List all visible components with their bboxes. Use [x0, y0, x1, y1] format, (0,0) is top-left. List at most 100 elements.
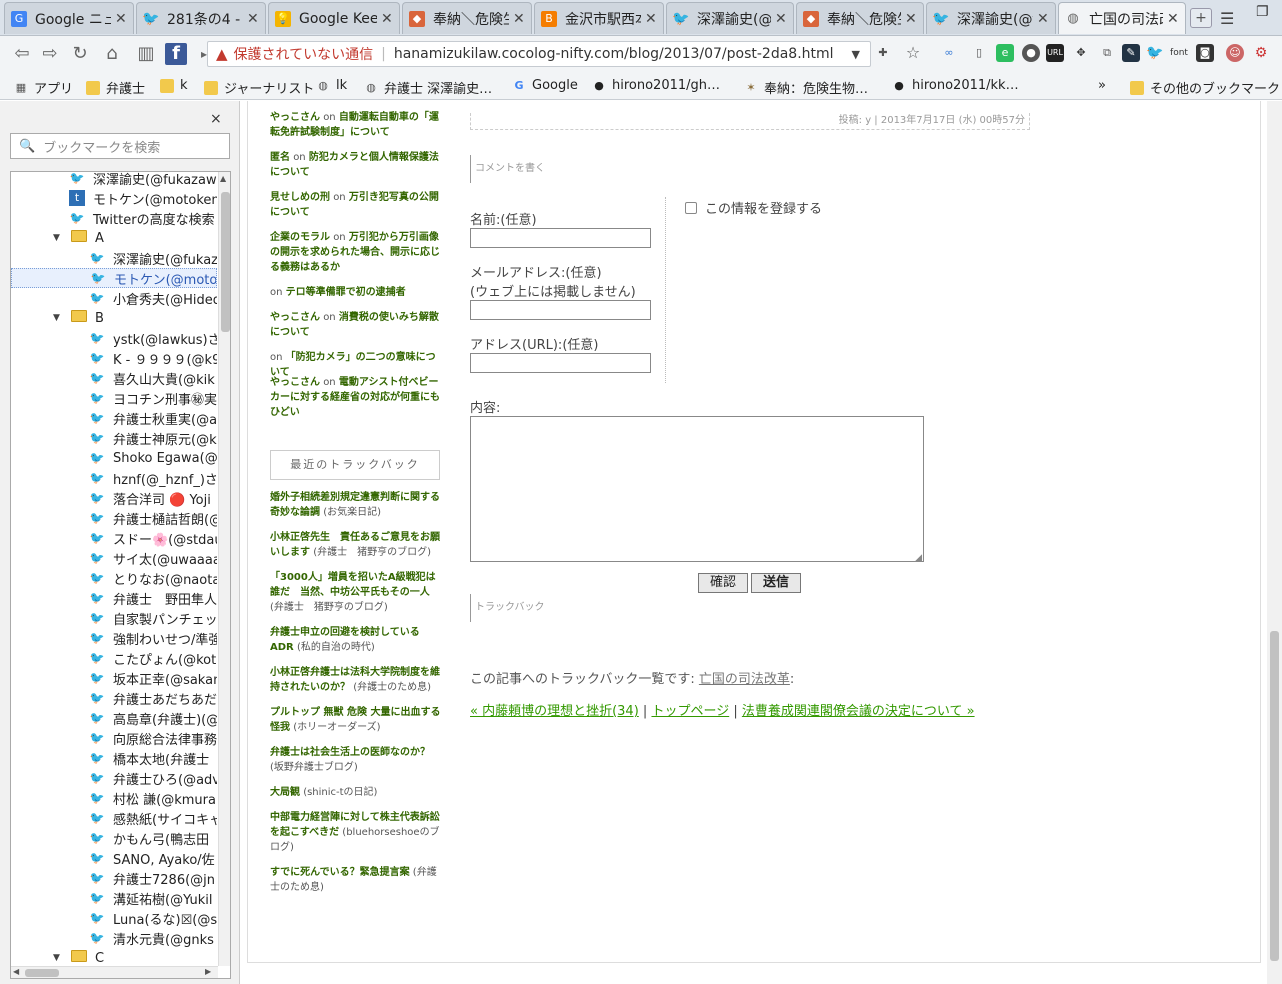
trackback-title-link[interactable]: 弁護士は社会生活上の医師なのか？ — [270, 747, 430, 758]
bookmark-item[interactable]: 🐦 喜久山大貴(@kik — [11, 368, 217, 388]
new-tab-button[interactable]: + — [1190, 8, 1212, 28]
url-field[interactable] — [470, 353, 651, 373]
bookmark-item[interactable]: 🐦 感熱紙(サイコキャ — [11, 808, 217, 828]
resize-handle-icon[interactable]: ◢ — [915, 553, 922, 563]
hangouts-icon[interactable]: ● — [1022, 44, 1040, 62]
comment-author-link[interactable]: やっこさん — [270, 112, 320, 123]
remember-me-checkbox[interactable]: この情報を登録する — [685, 198, 822, 217]
trackback-title-link[interactable]: 「3000人」増員を招いたA級戦犯は誰だ 当然、中坊公平氏もその一人 — [270, 572, 436, 598]
checkbox-box[interactable] — [685, 201, 697, 214]
extension-puzzle-icon[interactable]: ✚ — [874, 44, 892, 62]
bookmark-item[interactable]: 🐦 かもん弓(鴨志田 — [11, 828, 217, 848]
reader-icon[interactable]: ▥ — [134, 42, 158, 66]
bookmark-item[interactable]: 🐦 モトケン(@motok — [11, 268, 217, 288]
close-tab-icon[interactable]: ✕ — [645, 11, 657, 27]
trackback-title-link[interactable]: すでに死んでいる？緊急提言案 — [270, 867, 410, 878]
close-tab-icon[interactable]: ✕ — [1167, 11, 1179, 27]
avatar-icon[interactable]: ☺ — [1226, 44, 1244, 62]
bookmark-item[interactable]: 🐦 弁護士あだちあだ — [11, 688, 217, 708]
comment-author-link[interactable]: 見せしめの刑 — [270, 192, 330, 203]
bookmark-star-icon[interactable]: ☆ — [904, 44, 922, 62]
bookmark-link[interactable]: ● hirono2011/kk… — [892, 78, 1018, 93]
email-field[interactable] — [470, 300, 651, 320]
bookmark-item[interactable]: 🐦 深澤諭史(@fukazawa — [11, 172, 217, 188]
forward-button[interactable]: ⇨ — [38, 42, 62, 66]
bookmark-item[interactable]: 🐦 村松 謙(@kmuran — [11, 788, 217, 808]
bookmark-item[interactable]: t モトケン(@motoken_ — [11, 188, 217, 208]
reload-button[interactable]: ↻ — [68, 42, 92, 66]
bookmark-item[interactable]: 🐦 自家製パンチェッタ — [11, 608, 217, 628]
scroll-up-arrow-icon[interactable]: ▲ — [220, 174, 226, 183]
bookmark-folder[interactable]: ジャーナリスト — [204, 78, 314, 97]
url-shortener-icon[interactable]: URL — [1046, 44, 1064, 62]
bookmark-item[interactable]: 🐦 溝延祐樹(@Yukil — [11, 888, 217, 908]
move-icon[interactable]: ✥ — [1072, 44, 1090, 62]
twitter-icon[interactable]: 🐦 — [1146, 44, 1164, 62]
comment-author-link[interactable]: 匿名 — [270, 152, 290, 163]
bookmark-folder[interactable]: ▼ B — [11, 308, 217, 328]
prev-post-link[interactable]: « 内藤頼博の理想と挫折(34) — [470, 704, 639, 719]
edit-icon[interactable]: ✎ — [1122, 44, 1140, 62]
browser-tab[interactable]: ◆ 奉納＼危険生 ✕ — [796, 2, 924, 34]
bookmark-item[interactable]: 🐦 深澤諭史(@fukaz — [11, 248, 217, 268]
expand-triangle-icon[interactable]: ▼ — [53, 233, 63, 243]
security-status[interactable]: 保護されていない通信 — [234, 44, 374, 64]
home-button[interactable]: ⌂ — [100, 42, 124, 66]
bookmark-item[interactable]: 🐦 清水元貴(@gnks — [11, 928, 217, 948]
camera-icon[interactable]: ◙ — [1196, 44, 1214, 62]
expand-triangle-icon[interactable]: ▼ — [53, 953, 63, 963]
scroll-thumb[interactable] — [1270, 631, 1279, 961]
vertical-scrollbar[interactable]: ▲ — [218, 172, 230, 966]
name-field[interactable] — [470, 228, 651, 248]
split-icon[interactable]: ⧉ — [1098, 44, 1116, 62]
browser-tab[interactable]: 🐦 深澤諭史(@f ✕ — [666, 2, 794, 34]
browser-tab-active[interactable]: ◍ 亡国の司法改 ✕ — [1058, 2, 1186, 34]
comment-body-textarea[interactable]: ◢ — [470, 416, 924, 563]
back-button[interactable]: ⇦ — [10, 42, 34, 66]
address-bar[interactable]: ▲ 保護されていない通信 | hanamizukilaw.cocolog-nif… — [207, 41, 871, 67]
bookmark-icon[interactable]: ▯ — [970, 44, 988, 62]
bookmark-item[interactable]: 🐦 ystk(@lawkus)さ — [11, 328, 217, 348]
bookmark-item[interactable]: 🐦 坂本正幸(@sakan — [11, 668, 217, 688]
bookmark-item[interactable]: 🐦 弁護士7286(@jn — [11, 868, 217, 888]
comment-post-link[interactable]: テロ等準備罪で初の逮捕者 — [286, 287, 406, 298]
browser-tab[interactable]: B 金沢市駅西本 ✕ — [534, 2, 664, 34]
bookmark-item[interactable]: 🐦 スドー🌸(@stdau — [11, 528, 217, 548]
trackback-list-link[interactable]: 亡国の司法改革 — [699, 672, 790, 687]
close-tab-icon[interactable]: ✕ — [775, 11, 787, 27]
bookmark-item[interactable]: 🐦 向原総合法律事務 — [11, 728, 217, 748]
bookmark-apps[interactable]: ▦ アプリ — [14, 78, 73, 98]
close-tab-icon[interactable]: ✕ — [905, 11, 917, 27]
scroll-right-arrow-icon[interactable]: ▶ — [205, 967, 211, 976]
bookmark-item[interactable]: 🐦 Shoko Egawa(@ — [11, 448, 217, 468]
comment-author-link[interactable]: やっこさん — [270, 377, 320, 388]
close-tab-icon[interactable]: ✕ — [1037, 11, 1049, 27]
scroll-thumb[interactable] — [25, 969, 59, 977]
expand-triangle-icon[interactable]: ▼ — [53, 313, 63, 323]
bookmark-link[interactable]: ✶ 奉納：危険生物… — [744, 78, 868, 98]
horizontal-scrollbar[interactable]: ◀ ▶ — [11, 966, 218, 978]
bookmark-item[interactable]: 🐦 弁護士 野田隼人 — [11, 588, 217, 608]
close-sidebar-icon[interactable]: × — [210, 111, 222, 127]
bookmark-item[interactable]: 🐦 Luna(るな)☒(@s — [11, 908, 217, 928]
bookmark-item[interactable]: 🐦 こたぴょん(@kotac — [11, 648, 217, 668]
other-bookmarks-folder[interactable]: その他のブックマーク — [1130, 78, 1280, 97]
bookmark-search-input[interactable]: 🔍 ブックマークを検索 — [10, 133, 230, 159]
browser-tab[interactable]: 💡 Google Keep ✕ — [268, 2, 400, 34]
browser-tab[interactable]: G Google ニュー ✕ — [4, 2, 134, 34]
comment-author-link[interactable]: やっこさん — [270, 312, 320, 323]
binoculars-icon[interactable]: ∞ — [940, 44, 958, 62]
bookmark-link[interactable]: ● hirono2011/gh… — [592, 78, 720, 93]
tab-list-menu-icon[interactable]: ☰ — [1220, 9, 1234, 28]
confirm-button[interactable]: 確認 — [698, 573, 748, 593]
bookmarks-overflow-button[interactable]: » — [1098, 78, 1106, 93]
bookmark-item[interactable]: 🐦 小倉秀夫(@Hided — [11, 288, 217, 308]
settings-icon[interactable]: ⚙ — [1252, 44, 1270, 62]
bookmark-item[interactable]: 🐦 弁護士神原元(@k — [11, 428, 217, 448]
bookmark-item[interactable]: 🐦 SANO, Ayako/佐 — [11, 848, 217, 868]
top-page-link[interactable]: トップページ — [651, 704, 729, 719]
bookmark-item[interactable]: 🐦 弁護士樋詰哲朗(@ — [11, 508, 217, 528]
scroll-thumb[interactable] — [221, 192, 230, 332]
bookmark-item[interactable]: 🐦 とりなお(@naotar — [11, 568, 217, 588]
font-icon[interactable]: font — [1170, 44, 1188, 62]
